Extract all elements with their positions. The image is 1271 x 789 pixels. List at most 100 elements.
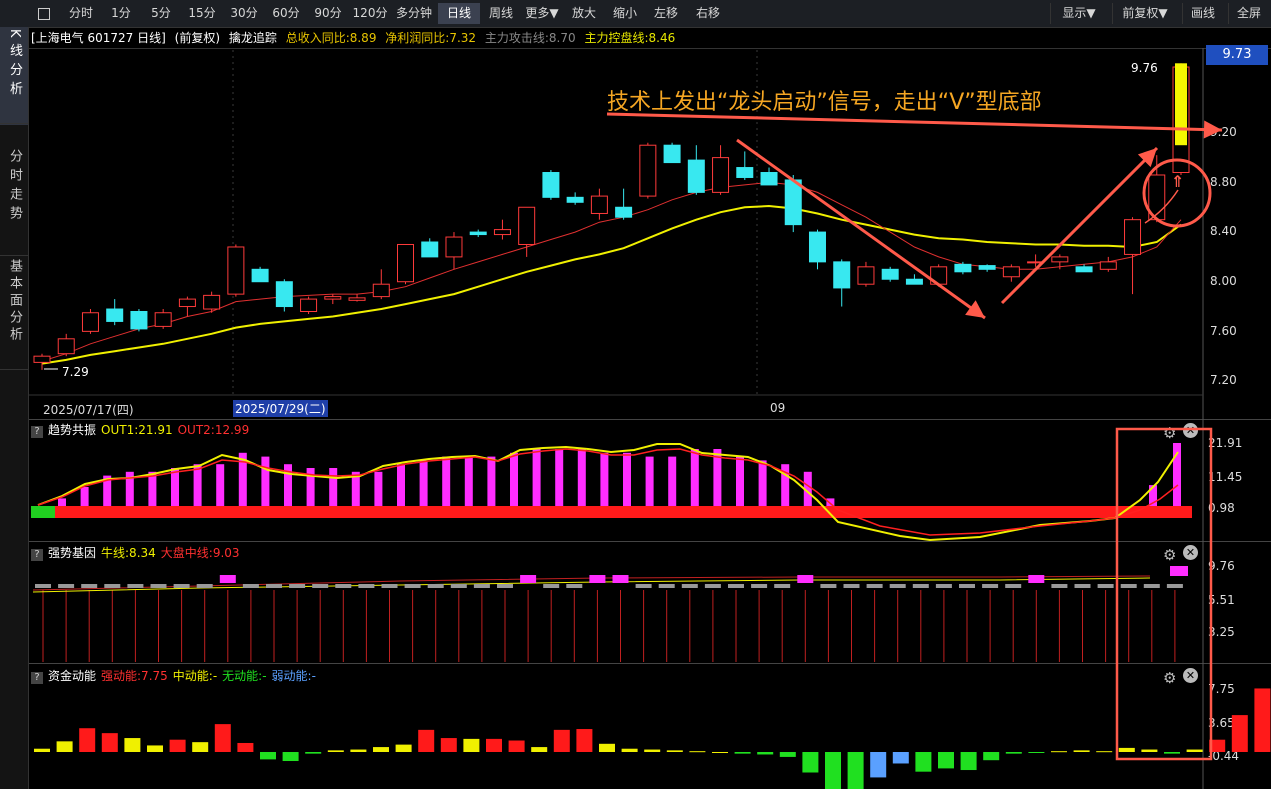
candle-body <box>445 236 463 258</box>
candle-body <box>1051 256 1069 263</box>
trend-bar <box>758 460 767 506</box>
gene-box <box>473 584 490 588</box>
gene-box <box>127 584 144 588</box>
gene-box <box>658 584 675 588</box>
money-bar <box>260 752 276 760</box>
trend-bar <box>668 456 677 506</box>
candle-body <box>808 231 826 263</box>
horizontal-arrow-head <box>1203 120 1222 139</box>
money-bar <box>1164 752 1180 754</box>
money-bar <box>1118 747 1135 752</box>
highlight-box <box>1115 427 1213 761</box>
gene-box <box>104 584 121 588</box>
candle-body <box>1124 219 1142 255</box>
money-bar <box>757 752 774 755</box>
trend-bar <box>577 449 586 506</box>
gene-box <box>173 584 190 588</box>
money-bar <box>56 741 73 752</box>
gene-box <box>58 584 75 588</box>
candle-body <box>1075 266 1093 273</box>
trend-base-green <box>31 506 55 518</box>
gene-box <box>889 584 906 588</box>
trend-bar <box>555 449 564 506</box>
gene-box <box>497 584 513 588</box>
candle-body <box>372 283 390 298</box>
candle-body <box>421 241 439 258</box>
money-bar <box>802 752 819 773</box>
candle-body <box>566 196 584 203</box>
gene-box <box>1170 566 1188 576</box>
gene-box <box>427 584 444 588</box>
trend-base-bar <box>55 506 1192 518</box>
candle-body <box>154 312 172 327</box>
money-bar <box>34 748 50 752</box>
gene-box <box>774 584 791 588</box>
money-bar <box>666 750 683 752</box>
gene-box <box>312 584 329 588</box>
money-bar <box>440 738 457 752</box>
trend-bar <box>329 468 338 506</box>
money-bar <box>621 748 638 752</box>
gene-box <box>1143 584 1160 588</box>
money-bar <box>395 744 412 752</box>
candle-body <box>542 172 560 198</box>
gene-box <box>843 584 860 588</box>
gene-box <box>1028 575 1045 583</box>
money-bar <box>1028 752 1045 753</box>
gene-box <box>635 584 652 588</box>
money-bar <box>463 738 480 752</box>
gene-box <box>935 584 952 588</box>
candle-body <box>493 229 511 236</box>
money-bar <box>712 752 728 753</box>
money-bar <box>1051 751 1067 753</box>
gene-box <box>728 584 744 588</box>
gene-box <box>1074 584 1091 588</box>
money-bar <box>350 749 367 752</box>
trend-bar <box>216 464 225 506</box>
candle-body <box>130 311 148 330</box>
trend-bar <box>442 456 451 506</box>
trend-bar <box>464 456 473 506</box>
candle-body <box>251 268 269 283</box>
candle-body <box>518 206 536 245</box>
gene-box <box>959 584 975 588</box>
candle-body <box>57 338 75 355</box>
candle-body <box>81 312 99 332</box>
money-bar <box>870 752 887 778</box>
down-arrow <box>736 138 986 320</box>
gene-box <box>358 584 375 588</box>
money-bar <box>1254 688 1271 752</box>
money-bar <box>689 751 706 753</box>
trend-bar <box>193 464 202 506</box>
money-bar <box>983 752 1000 761</box>
gene-box <box>150 584 167 588</box>
gene-box <box>196 584 213 588</box>
candle-body <box>687 159 705 193</box>
money-bar <box>1231 715 1248 752</box>
gene-box <box>589 575 606 583</box>
trend-bar <box>623 452 631 506</box>
gene-box <box>1166 584 1183 588</box>
trend-bar <box>171 468 179 506</box>
trend-bar <box>80 487 89 506</box>
down-arrow-head <box>965 300 985 318</box>
money-bar <box>960 752 977 771</box>
trend-bar <box>690 449 699 506</box>
gene-box <box>1120 584 1137 588</box>
candle-body <box>1099 261 1117 270</box>
candle-body <box>590 195 608 214</box>
annotation-text: 技术上发出“龙头启动”信号，走出“V”型底部 <box>607 90 1042 115</box>
ma-long-line <box>41 204 1182 365</box>
candle-body <box>615 206 633 218</box>
trend-bar <box>532 449 541 506</box>
money-bar <box>847 752 864 789</box>
gene-box <box>289 584 306 588</box>
high-price-label: 9.76 <box>1131 61 1158 75</box>
trend-bar <box>600 452 609 506</box>
chart-canvas <box>29 48 1271 789</box>
money-bar <box>124 738 141 752</box>
candle-body <box>784 179 802 226</box>
money-bar <box>101 733 118 752</box>
gene-box <box>242 584 259 588</box>
candle-body <box>1002 266 1020 278</box>
